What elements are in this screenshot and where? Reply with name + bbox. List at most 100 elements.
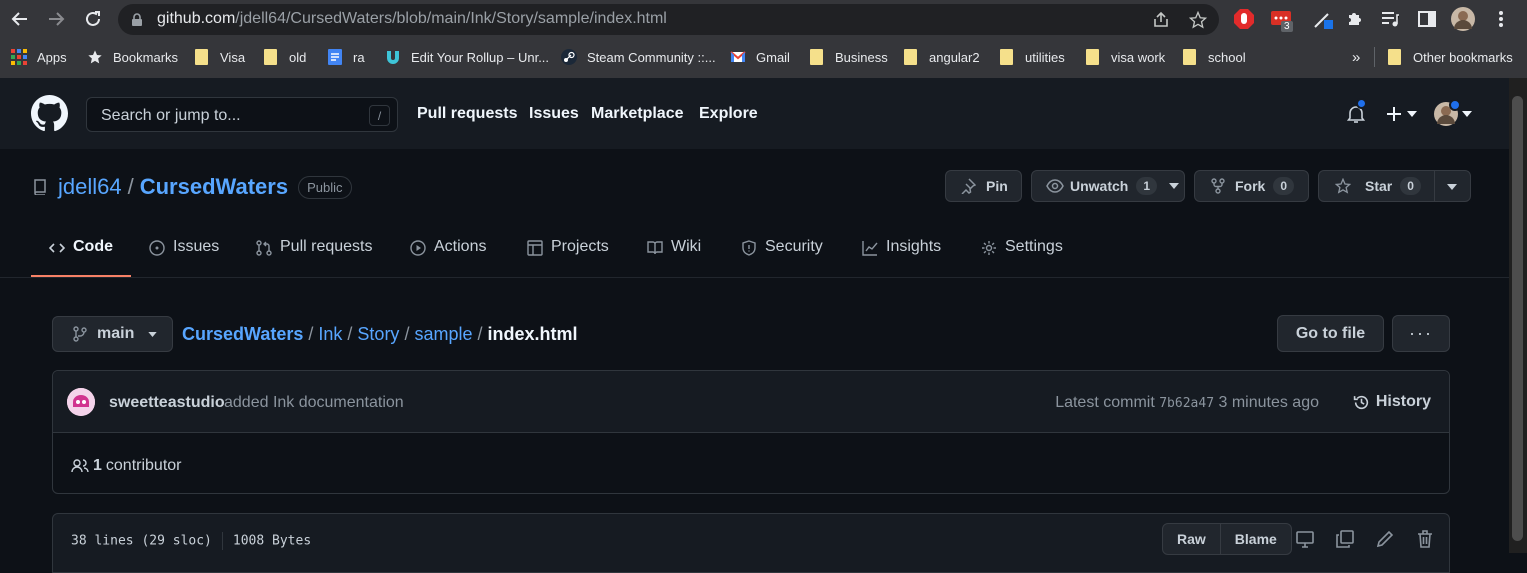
tab-insights[interactable]: Insights	[862, 238, 941, 278]
plus-icon	[1387, 107, 1401, 121]
create-new-button[interactable]	[1385, 105, 1417, 123]
breadcrumb-root[interactable]: CursedWaters	[182, 324, 303, 344]
github-logo-icon[interactable]	[31, 95, 68, 132]
search-input[interactable]: Search or jump to... /	[86, 97, 398, 132]
trash-icon[interactable]	[1415, 529, 1435, 549]
file-header: 38 lines (29 sloc) 1008 Bytes Raw Blame	[52, 513, 1450, 573]
caret-down-icon[interactable]	[1447, 184, 1457, 190]
star-dropdown-divider	[1434, 171, 1435, 201]
tab-actions[interactable]: Actions	[410, 238, 486, 278]
nav-marketplace[interactable]: Marketplace	[591, 105, 684, 123]
file-lines: 38 lines (29 sloc)	[71, 533, 212, 549]
gmail-icon	[730, 51, 746, 62]
unwatch-button[interactable]: Unwatch 1	[1031, 170, 1185, 202]
side-panel-icon[interactable]	[1415, 7, 1439, 31]
commit-message[interactable]: added Ink documentation	[224, 394, 404, 412]
forward-button[interactable]	[42, 5, 70, 33]
pin-button[interactable]: Pin	[945, 170, 1022, 202]
bookmark-old[interactable]: old	[264, 47, 306, 67]
bookmark-visa-work[interactable]: visa work	[1086, 47, 1165, 67]
contributors-link[interactable]: 1 contributor	[71, 457, 182, 475]
folder-icon	[1086, 49, 1099, 65]
extension-badge-icon[interactable]: 3	[1269, 7, 1293, 32]
desktop-icon[interactable]	[1295, 529, 1315, 549]
repo-owner-link[interactable]: jdell64	[58, 174, 122, 200]
bookmark-bookmarks[interactable]: Bookmarks	[87, 47, 178, 67]
raw-button[interactable]: Raw	[1163, 524, 1220, 554]
scrollbar-thumb[interactable]	[1512, 96, 1523, 541]
blame-button[interactable]: Blame	[1219, 524, 1291, 554]
folder-icon	[1183, 49, 1196, 65]
copy-icon[interactable]	[1335, 529, 1355, 549]
pencil-icon[interactable]	[1375, 529, 1395, 549]
commit-row: sweetteastudio added Ink documentation L…	[53, 371, 1449, 433]
color-picker-extension-icon[interactable]	[1311, 7, 1335, 31]
media-queue-icon[interactable]	[1378, 7, 1402, 31]
user-status-dot	[1449, 99, 1461, 111]
notification-dot	[1356, 98, 1367, 109]
reload-button[interactable]	[79, 5, 107, 33]
breadcrumb-ink[interactable]: Ink	[318, 324, 342, 344]
nav-pull-requests[interactable]: Pull requests	[417, 105, 517, 123]
bookmarks-divider	[1374, 47, 1375, 67]
bookmark-ra[interactable]: ra	[327, 47, 365, 67]
tab-wiki[interactable]: Wiki	[647, 238, 701, 278]
breadcrumb-sample[interactable]: sample	[414, 324, 472, 344]
tab-pull-requests[interactable]: Pull requests	[256, 238, 373, 278]
history-link[interactable]: History	[1353, 393, 1431, 411]
branch-selector[interactable]: main	[52, 316, 173, 352]
profile-avatar[interactable]	[1451, 7, 1475, 31]
bookmark-star-icon[interactable]	[1189, 11, 1207, 29]
folder-icon	[264, 49, 277, 65]
tab-security[interactable]: Security	[741, 238, 823, 278]
commit-author-avatar[interactable]	[67, 388, 95, 416]
tab-projects[interactable]: Projects	[527, 238, 609, 278]
fork-count: 0	[1273, 177, 1295, 195]
bookmark-school[interactable]: school	[1183, 47, 1246, 67]
repo-name-link[interactable]: CursedWaters	[140, 174, 288, 200]
tab-settings[interactable]: Settings	[981, 238, 1063, 278]
go-to-file-button[interactable]: Go to file	[1277, 315, 1384, 352]
docs-icon	[328, 49, 342, 65]
visibility-badge: Public	[298, 175, 352, 199]
fork-button[interactable]: Fork 0	[1194, 170, 1309, 202]
user-menu-button[interactable]	[1434, 99, 1472, 126]
bookmark-visa[interactable]: Visa	[195, 47, 245, 67]
bookmark-utilities[interactable]: utilities	[1000, 47, 1065, 67]
notifications-button[interactable]	[1346, 98, 1367, 124]
share-icon[interactable]	[1152, 11, 1170, 29]
bookmark-rollup[interactable]: Edit Your Rollup – Unr...	[385, 47, 549, 67]
active-tab-indicator	[31, 275, 131, 277]
folder-icon	[904, 49, 917, 65]
more-options-button[interactable]: ···	[1392, 315, 1450, 352]
extensions-puzzle-icon[interactable]	[1343, 7, 1367, 31]
nav-issues[interactable]: Issues	[529, 105, 579, 123]
back-button[interactable]	[6, 5, 34, 33]
breadcrumb-story[interactable]: Story	[357, 324, 399, 344]
star-outline-icon	[1335, 178, 1351, 194]
star-count: 0	[1400, 177, 1421, 195]
bookmark-angular2[interactable]: angular2	[904, 47, 980, 67]
play-icon	[410, 240, 426, 256]
browser-menu-icon[interactable]	[1489, 7, 1513, 31]
eye-icon	[1046, 179, 1064, 193]
tab-issues[interactable]: Issues	[149, 238, 219, 278]
adblock-extension-icon[interactable]	[1232, 7, 1256, 31]
bookmark-other[interactable]: Other bookmarks	[1388, 47, 1513, 67]
commit-sha[interactable]: 7b62a47	[1159, 396, 1214, 411]
commit-author[interactable]: sweetteastudio	[109, 394, 225, 412]
book-icon	[647, 241, 663, 255]
nav-explore[interactable]: Explore	[699, 105, 758, 123]
tab-code[interactable]: Code	[49, 238, 113, 278]
bookmark-steam[interactable]: Steam Community ::...	[561, 47, 716, 67]
bookmark-business[interactable]: Business	[810, 47, 888, 67]
back-arrow-icon	[11, 12, 27, 26]
star-icon	[88, 50, 102, 64]
bookmarks-overflow-button[interactable]: »	[1352, 47, 1360, 67]
caret-down-icon	[148, 331, 158, 337]
bookmark-gmail[interactable]: Gmail	[730, 47, 790, 67]
bookmark-apps[interactable]: Apps	[11, 47, 67, 67]
contributors-count: 1	[93, 457, 102, 474]
star-button[interactable]: Star 0	[1318, 170, 1471, 202]
pin-icon	[961, 178, 976, 194]
